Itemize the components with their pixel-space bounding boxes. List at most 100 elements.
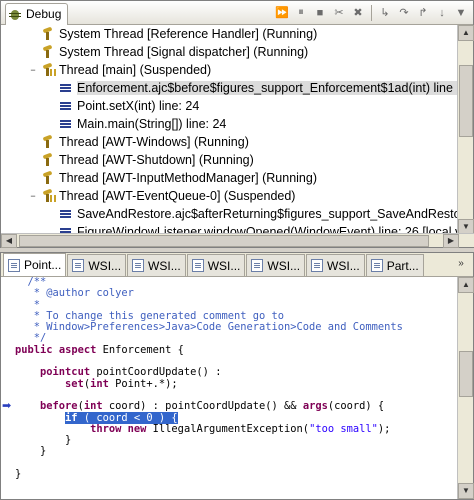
drop-to-frame-icon[interactable]: ↓ [434, 5, 450, 21]
pause-icon [50, 195, 56, 202]
debug-view-titlebar: Debug ⏩ ⏸ ■ ✂ ✖ ↳ ↷ ↱ ↓ ▼ [1, 1, 473, 25]
editor-tab[interactable]: Part... [365, 254, 424, 276]
scroll-left-icon[interactable]: ◀ [1, 234, 17, 248]
tree-item-label: Main.main(String[]) line: 24 [77, 117, 227, 131]
suspend-icon[interactable]: ⏸ [293, 5, 309, 21]
code-keyword: aspect [58, 343, 97, 356]
editor-tab-label: WSI... [327, 258, 360, 273]
code-token: ( coord < 0 ) { [77, 411, 178, 424]
code-keyword: new [127, 422, 147, 435]
thread-row[interactable]: − Thread [AWT-EventQueue-0] (Suspended) [1, 187, 459, 205]
editor-tab-label: WSI... [148, 258, 181, 273]
tab-overflow-button[interactable]: » [453, 258, 469, 272]
scroll-up-icon[interactable]: ▲ [458, 277, 474, 293]
code-keyword: set [65, 377, 84, 390]
editor-tab[interactable]: Point... [3, 253, 67, 276]
code-comment: * To change this generated comment go to [15, 309, 284, 322]
code-line: } [15, 446, 403, 457]
expand-icon[interactable] [27, 154, 39, 166]
tree-item-label: Thread [AWT-Windows] (Running) [59, 135, 249, 149]
debug-vertical-scrollbar[interactable]: ▲ ▼ [457, 25, 474, 235]
running-thread-icon [41, 45, 55, 59]
code-comment: * [15, 298, 41, 311]
editor-vertical-scrollbar[interactable]: ▲ ▼ [457, 277, 474, 499]
scroll-down-icon[interactable]: ▼ [458, 483, 474, 499]
stack-frame-icon [59, 81, 73, 95]
debug-view-title: Debug [26, 7, 62, 21]
code-token: } [15, 468, 22, 481]
code-token: ); [377, 422, 391, 435]
tree-item-label: Thread [AWT-InputMethodManager] (Running… [59, 171, 317, 185]
editor-tab[interactable]: WSI... [186, 254, 246, 276]
stack-frame-row[interactable]: Main.main(String[]) line: 24 [1, 115, 459, 133]
stack-frame-row[interactable]: Point.setX(int) line: 24 [1, 97, 459, 115]
file-icon [132, 259, 145, 272]
code-keyword: public [15, 343, 53, 356]
thread-row[interactable]: Thread [AWT-Shutdown] (Running) [1, 151, 459, 169]
view-menu-icon[interactable]: ▼ [453, 5, 469, 21]
debug-horizontal-scrollbar[interactable]: ◀ ▶ [1, 233, 474, 248]
thread-row[interactable]: Thread [AWT-InputMethodManager] (Running… [1, 169, 459, 187]
code-editor[interactable]: ➡ /** * @author colyer * * To change thi… [1, 277, 459, 499]
editor-tab-label: WSI... [267, 258, 301, 273]
tree-item-label: System Thread [Reference Handler] (Runni… [59, 27, 318, 41]
scroll-thumb[interactable] [459, 65, 473, 137]
step-into-icon[interactable]: ↳ [377, 5, 393, 21]
code-line: * @author colyer [15, 288, 403, 299]
expand-icon[interactable] [27, 28, 39, 40]
scroll-right-icon[interactable]: ▶ [443, 234, 459, 248]
debug-view-tab[interactable]: Debug [5, 2, 69, 25]
expand-icon[interactable] [27, 172, 39, 184]
collapse-icon[interactable]: − [27, 190, 39, 202]
expand-icon[interactable] [27, 46, 39, 58]
scroll-thumb[interactable] [19, 235, 429, 247]
remove-terminated-icon[interactable]: ✖ [350, 5, 366, 21]
code-token: (coord) { [327, 400, 385, 413]
suspended-thread-icon [41, 63, 56, 77]
step-over-icon[interactable]: ↷ [396, 5, 412, 21]
thread-row[interactable]: − Thread [main] (Suspended) [1, 61, 459, 79]
thread-row[interactable]: Thread [AWT-Windows] (Running) [1, 133, 459, 151]
editor-tab[interactable]: WSI... [246, 254, 306, 276]
scroll-up-icon[interactable]: ▲ [458, 25, 474, 41]
code-keyword: if [65, 411, 78, 424]
code-comment: * @author colyer [15, 287, 134, 300]
code-string: "too small" [309, 422, 378, 435]
code-token: } [15, 445, 47, 458]
code-comment: * Window>Preferences>Java>Code Generatio… [15, 321, 403, 334]
terminate-icon[interactable]: ■ [312, 5, 328, 21]
stack-frame-icon [59, 99, 73, 113]
file-icon [251, 259, 264, 272]
code-keyword: throw [90, 422, 122, 435]
editor-tab-label: WSI... [88, 258, 122, 273]
thread-row[interactable]: System Thread [Signal dispatcher] (Runni… [1, 43, 459, 61]
expand-icon[interactable] [27, 136, 39, 148]
file-icon [72, 259, 85, 272]
collapse-icon[interactable]: − [27, 64, 39, 76]
stack-frame-row[interactable]: Enforcement.ajc$before$figures_support_E… [1, 79, 459, 97]
editor-tab[interactable]: WSI... [306, 254, 365, 276]
instruction-pointer-icon: ➡ [2, 400, 12, 412]
tree-item-label: Thread [AWT-Shutdown] (Running) [59, 153, 254, 167]
code-token: Enforcement { [96, 343, 184, 356]
editor-gutter: ➡ [1, 277, 13, 499]
scroll-thumb[interactable] [459, 351, 473, 397]
disconnect-icon[interactable]: ✂ [331, 5, 347, 21]
source-code[interactable]: /** * @author colyer * * To change this … [15, 277, 403, 480]
code-keyword: int [83, 400, 103, 413]
file-icon [311, 259, 324, 272]
debug-tree: System Thread [Reference Handler] (Runni… [1, 25, 459, 235]
thread-row[interactable]: System Thread [Reference Handler] (Runni… [1, 25, 459, 43]
code-token: Point+.*); [108, 377, 178, 390]
editor-tab[interactable]: WSI... [127, 254, 186, 276]
resume-icon[interactable]: ⏩ [274, 5, 290, 21]
step-return-icon[interactable]: ↱ [415, 5, 431, 21]
code-line: * Window>Preferences>Java>Code Generatio… [15, 322, 403, 333]
editor-tab[interactable]: WSI... [67, 254, 127, 276]
stack-frame-row[interactable]: SaveAndRestore.ajc$afterReturning$figure… [1, 205, 459, 223]
code-line: public aspect Enforcement { [15, 343, 403, 356]
code-keyword: pointcut [40, 366, 91, 379]
